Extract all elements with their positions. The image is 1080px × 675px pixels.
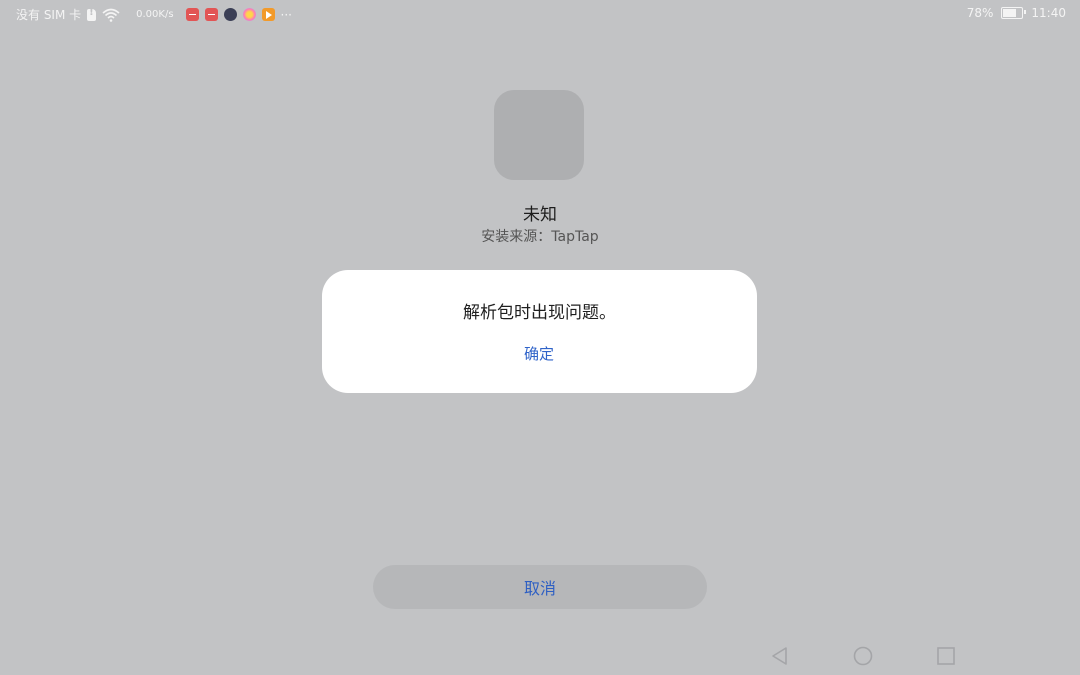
- recents-icon: [937, 647, 955, 665]
- overflow-icon: ···: [280, 7, 292, 22]
- recents-button[interactable]: [933, 643, 959, 669]
- red-app-icon: [185, 8, 199, 21]
- red-app-icon: [204, 8, 218, 21]
- parse-error-dialog: 解析包时出现问题。 确定: [322, 270, 757, 393]
- avatar-app-icon: [223, 8, 237, 21]
- home-button[interactable]: [850, 643, 876, 669]
- carrier-text: 没有 SIM 卡: [16, 8, 82, 22]
- dialog-message: 解析包时出现问题。: [463, 303, 616, 323]
- app-name: 未知: [523, 205, 557, 225]
- clock: 11:40: [1031, 6, 1066, 20]
- network-speed: 0.00K/s: [136, 9, 174, 20]
- wifi-icon: [102, 8, 120, 22]
- status-left: 没有 SIM 卡 0.00K/s ···: [16, 6, 292, 23]
- battery-percent: 78%: [966, 6, 994, 20]
- sim-alert-icon: [87, 7, 97, 21]
- cancel-button[interactable]: 取消: [373, 565, 707, 609]
- home-icon: [853, 646, 873, 666]
- confirm-button[interactable]: 确定: [489, 340, 589, 368]
- flower-app-icon: [242, 8, 256, 21]
- battery-icon: [1001, 7, 1027, 19]
- back-button[interactable]: [767, 643, 793, 669]
- status-bar: 没有 SIM 卡 0.00K/s ··· 78% 11:40: [0, 0, 1080, 30]
- back-icon: [772, 647, 787, 665]
- play-app-icon: [261, 8, 275, 21]
- navigation-bar: [0, 635, 1080, 675]
- status-right: 78% 11:40: [967, 6, 1066, 20]
- install-source: 安装来源：TapTap: [481, 229, 599, 245]
- app-icon-placeholder: [494, 90, 584, 180]
